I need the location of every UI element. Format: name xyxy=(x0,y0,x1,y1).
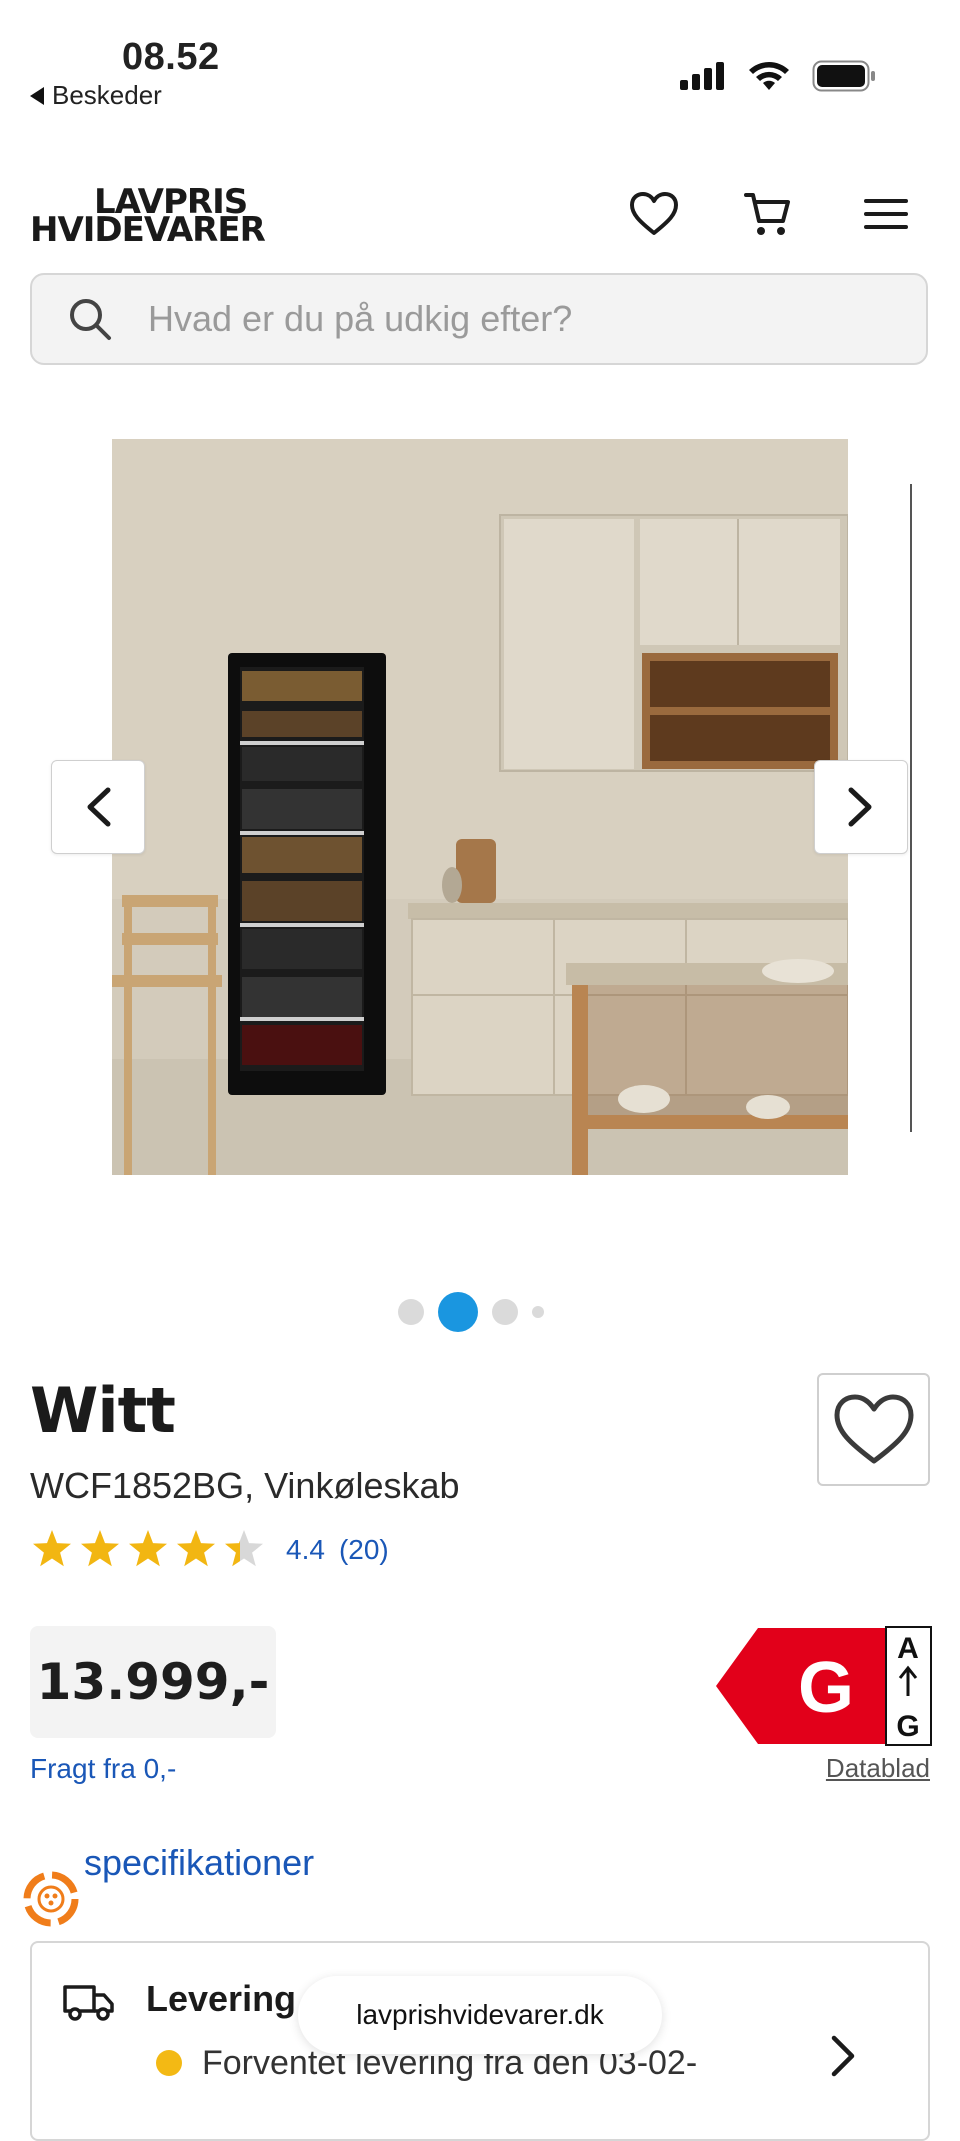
rating-value: 4.4 xyxy=(286,1534,325,1565)
truck-icon xyxy=(63,1985,114,2021)
product-photo xyxy=(112,439,848,1175)
signal-icon xyxy=(680,62,724,90)
star-rating-icon xyxy=(33,1530,263,1567)
specifications-link[interactable]: specifikationer xyxy=(84,1842,314,1884)
delivery-status-dot xyxy=(156,2050,182,2076)
energy-scale-top: A xyxy=(897,1632,919,1665)
rating-star xyxy=(225,1530,263,1567)
product-rating[interactable]: 4.4 (20) xyxy=(30,1528,389,1572)
product-image[interactable] xyxy=(112,439,848,1175)
gallery-prev-button[interactable] xyxy=(51,760,145,854)
back-label: Beskeder xyxy=(52,80,162,110)
logo-line2: HVIDEVARER xyxy=(30,210,266,250)
cart-icon xyxy=(744,193,790,235)
product-model: WCF1852BG, Vinkøleskab xyxy=(30,1465,460,1506)
rating-star xyxy=(81,1530,119,1567)
back-to-messages[interactable]: Beskeder xyxy=(30,80,162,111)
product-brand: Witt xyxy=(30,1374,176,1447)
search-input[interactable] xyxy=(146,297,850,341)
gallery-next-button[interactable] xyxy=(814,760,908,854)
energy-label[interactable]: G A G xyxy=(714,1626,932,1751)
delivery-title: Levering xyxy=(146,1978,297,2019)
search-icon xyxy=(70,299,111,340)
next-image-edge xyxy=(910,484,912,1132)
product-price: 13.999,- xyxy=(30,1626,276,1738)
search-bar[interactable] xyxy=(30,273,928,365)
menu-icon xyxy=(864,199,908,229)
heart-icon xyxy=(630,192,678,235)
gallery-dot-2-active[interactable] xyxy=(438,1292,478,1332)
add-to-wishlist-button[interactable] xyxy=(817,1373,930,1486)
rating-star xyxy=(129,1530,167,1567)
wifi-icon xyxy=(749,62,789,90)
menu-button[interactable] xyxy=(858,186,914,242)
site-logo[interactable]: LAVPRIS HVIDEVARER xyxy=(30,185,266,250)
chevron-right-icon xyxy=(848,787,872,827)
review-count[interactable]: (20) xyxy=(339,1534,389,1566)
chevron-left-icon xyxy=(87,787,111,827)
gallery-dot-1[interactable] xyxy=(398,1299,424,1325)
datablad-link[interactable]: Datablad xyxy=(826,1753,930,1784)
rating-star xyxy=(33,1530,71,1567)
wishlist-header-button[interactable] xyxy=(626,186,682,242)
gallery-dots xyxy=(398,1292,544,1332)
gallery-dot-4[interactable] xyxy=(532,1306,544,1318)
energy-label-graphic: G A G xyxy=(716,1626,932,1746)
chevron-right-icon[interactable] xyxy=(830,2034,856,2078)
gallery-dot-3[interactable] xyxy=(492,1299,518,1325)
heart-icon xyxy=(834,1394,913,1463)
cart-button[interactable] xyxy=(740,186,796,242)
status-time: 08.52 xyxy=(122,36,220,78)
chat-widget-button[interactable] xyxy=(18,1866,84,1932)
freight-info[interactable]: Fragt fra 0,- xyxy=(30,1753,176,1785)
browser-url-bar[interactable]: lavprishvidevarer.dk xyxy=(298,1976,662,2054)
status-icons xyxy=(680,60,876,92)
rating-star xyxy=(177,1530,215,1567)
energy-scale-bottom: G xyxy=(896,1710,919,1743)
chat-widget-icon xyxy=(23,1871,79,1927)
energy-class-letter: G xyxy=(798,1648,854,1728)
back-triangle-icon xyxy=(30,86,44,105)
battery-icon xyxy=(812,60,875,92)
